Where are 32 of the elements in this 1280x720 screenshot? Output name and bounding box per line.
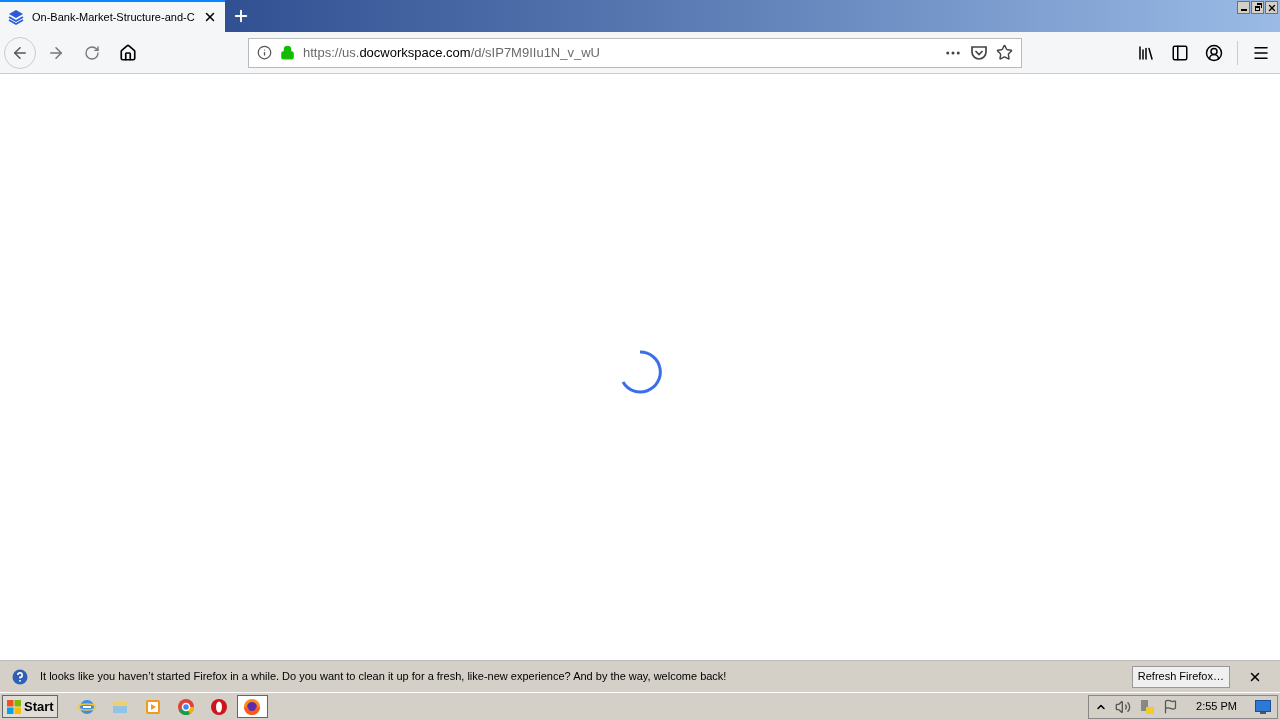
opera-icon xyxy=(210,697,229,716)
browser-e-icon xyxy=(78,697,97,716)
help-icon xyxy=(12,668,28,685)
home-icon xyxy=(119,43,137,62)
speaker-icon[interactable] xyxy=(1115,698,1132,715)
tab-title: On-Bank-Market-Structure-and-C xyxy=(32,9,195,25)
minimize-button[interactable] xyxy=(1237,1,1250,14)
flag-icon[interactable] xyxy=(1163,699,1179,714)
firefox-icon xyxy=(243,697,262,716)
close-window-button[interactable] xyxy=(1265,1,1278,14)
library-icon[interactable] xyxy=(1137,43,1155,62)
sidebar-icon[interactable] xyxy=(1171,43,1189,62)
start-button[interactable]: Start xyxy=(2,695,58,718)
reload-icon xyxy=(84,44,100,61)
clock[interactable]: 2:55 PM xyxy=(1196,698,1237,715)
info-icon[interactable] xyxy=(257,45,272,60)
taskbar-app-button[interactable] xyxy=(236,695,268,718)
url-text: https://us.docworkspace.com/d/sIP7M9IIu1N_v_wU xyxy=(303,43,600,62)
refresh-button[interactable]: Refresh Firefox… xyxy=(1131,665,1230,688)
restore-button[interactable] xyxy=(1251,1,1264,14)
bookmark-star-icon[interactable] xyxy=(996,44,1013,61)
stack-icon xyxy=(8,9,24,25)
windows-logo-icon xyxy=(6,698,22,715)
account-icon[interactable] xyxy=(1205,43,1223,62)
play-icon xyxy=(144,697,163,716)
chrome-icon xyxy=(177,697,196,716)
show-desktop-icon[interactable] xyxy=(1255,699,1271,714)
browser-tab[interactable]: On-Bank-Market-Structure-and-C xyxy=(0,0,225,32)
lock-icon xyxy=(280,45,295,60)
notification-message: It looks like you haven’t started Firefox in a while. Do you want to clean it up for a fresh, like-new experience? And by the way, welcome back! xyxy=(40,669,727,685)
pocket-icon[interactable] xyxy=(970,44,988,61)
address-bar[interactable]: https://us.docworkspace.com/d/sIP7M9IIu1N_v_wU xyxy=(248,37,1022,68)
